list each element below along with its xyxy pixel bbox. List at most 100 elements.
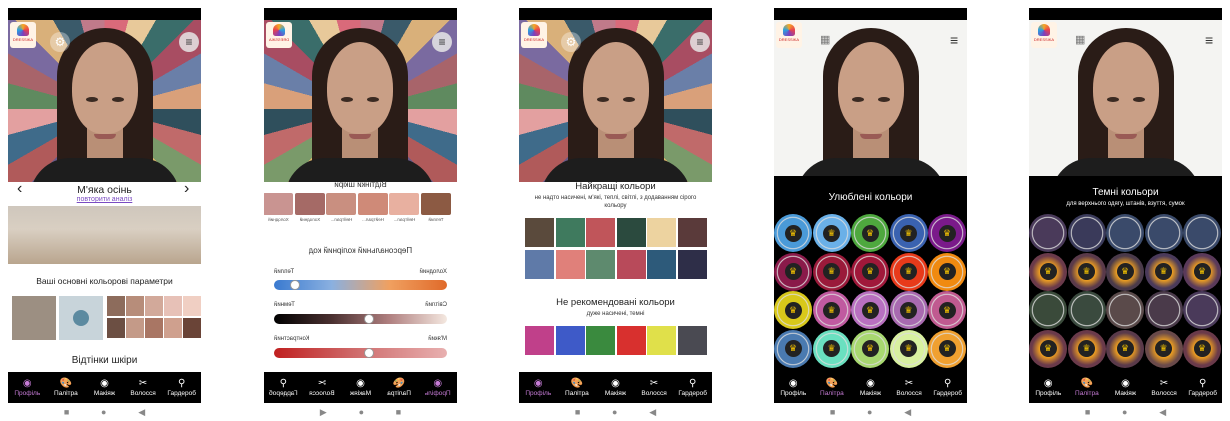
color-circle[interactable]: ♛ [812, 291, 851, 329]
best-color-swatch[interactable] [677, 218, 707, 247]
color-circle[interactable]: ♛ [774, 329, 812, 368]
back-icon[interactable]: ◀ [320, 407, 327, 418]
contrast-slider-handle[interactable] [363, 348, 374, 358]
home-icon[interactable]: ● [867, 407, 872, 417]
color-circle[interactable]: ♛ [928, 291, 966, 329]
bad-color-swatch[interactable] [586, 326, 615, 355]
color-circle[interactable]: ♛ [1183, 329, 1221, 368]
skin-swatch[interactable] [264, 193, 294, 215]
grid-icon[interactable]: ▦ [820, 33, 830, 46]
nav-palette[interactable]: 🎨 Палітра [1069, 378, 1105, 397]
menu-icon[interactable]: ≡ [950, 32, 958, 48]
bad-color-swatch[interactable] [555, 326, 585, 355]
best-color-swatch[interactable] [647, 218, 676, 247]
grid-icon[interactable]: ▦ [1075, 33, 1085, 46]
best-color-swatch[interactable] [586, 218, 615, 247]
nav-hair[interactable]: ✂ Волосся [125, 378, 161, 397]
best-color-swatch[interactable] [555, 250, 585, 279]
best-color-swatch[interactable] [586, 250, 615, 279]
color-circle[interactable] [1067, 291, 1106, 329]
nav-profile[interactable]: ◉ Профіль [9, 378, 45, 397]
nav-palette[interactable]: 🎨 Палітра [381, 378, 417, 397]
color-circle[interactable]: ♛ [774, 291, 812, 329]
color-circle[interactable] [1183, 291, 1221, 329]
back-icon[interactable]: ◀ [138, 407, 145, 418]
color-circle[interactable] [1183, 214, 1221, 252]
color-circle[interactable]: ♛ [1144, 329, 1183, 368]
color-circle[interactable]: ♛ [1106, 252, 1144, 291]
bad-color-swatch[interactable] [616, 326, 646, 355]
nav-wardrobe[interactable]: ⚲ Гардероб [1185, 378, 1221, 397]
contrast-slider[interactable] [274, 348, 447, 358]
color-circle[interactable]: ♛ [928, 214, 966, 252]
color-circle[interactable]: ♛ [928, 329, 966, 368]
skin-swatch[interactable] [358, 193, 388, 215]
nav-profile[interactable]: ◉ Профіль [1030, 378, 1066, 397]
color-circle[interactable]: ♛ [1029, 329, 1067, 368]
nav-makeup[interactable]: ◉ Макіяж [1107, 378, 1143, 397]
recents-icon[interactable]: ■ [1085, 407, 1090, 417]
nav-makeup[interactable]: ◉ Макіяж [597, 378, 633, 397]
skin-swatch[interactable] [389, 193, 420, 215]
dressika-logo[interactable]: DRESSIKA [266, 22, 292, 48]
color-circle[interactable]: ♛ [851, 291, 889, 329]
color-circle[interactable]: ♛ [1029, 252, 1067, 291]
gear-icon[interactable]: ⚙ [50, 32, 70, 52]
color-circle[interactable] [1144, 214, 1183, 252]
menu-icon[interactable]: ≡ [432, 32, 452, 52]
color-circle[interactable] [1106, 214, 1144, 252]
color-circle[interactable] [1144, 291, 1183, 329]
dressika-logo[interactable]: DRESSIKA [776, 22, 802, 48]
home-icon[interactable]: ● [1122, 407, 1127, 417]
best-color-swatch[interactable] [525, 218, 554, 247]
bad-color-swatch[interactable] [647, 326, 676, 355]
color-circle[interactable] [1029, 291, 1067, 329]
home-icon[interactable]: ● [612, 407, 617, 417]
nav-profile[interactable]: ◉ Профіль [775, 378, 811, 397]
color-circle[interactable]: ♛ [889, 329, 928, 368]
repeat-analysis-link[interactable]: повторити аналіз [8, 196, 201, 203]
back-icon[interactable]: ◀ [904, 407, 911, 418]
color-circle[interactable]: ♛ [889, 291, 928, 329]
best-color-swatch[interactable] [616, 250, 646, 279]
color-circle[interactable]: ♛ [889, 252, 928, 291]
gear-icon[interactable]: ⚙ [561, 32, 581, 52]
nav-makeup[interactable]: ◉ Макіяж [852, 378, 888, 397]
skin-swatch[interactable] [295, 193, 325, 215]
best-color-swatch[interactable] [555, 218, 585, 247]
dressika-logo[interactable]: DRESSIKA [521, 22, 547, 48]
color-circle[interactable]: ♛ [812, 252, 851, 291]
color-circle[interactable]: ♛ [851, 214, 889, 252]
color-circle[interactable]: ♛ [774, 214, 812, 252]
color-circle[interactable]: ♛ [1144, 252, 1183, 291]
dressika-logo[interactable]: DRESSIKA [10, 22, 36, 48]
nav-palette[interactable]: 🎨 Палітра [814, 378, 850, 397]
color-circle[interactable]: ♛ [1067, 329, 1106, 368]
skin-swatch[interactable] [326, 193, 357, 215]
nav-makeup[interactable]: ◉ Макіяж [343, 378, 379, 397]
lightness-slider-handle[interactable] [363, 314, 374, 324]
recents-icon[interactable]: ■ [830, 407, 835, 417]
best-color-swatch[interactable] [525, 250, 554, 279]
bad-color-swatch[interactable] [677, 326, 707, 355]
nav-profile[interactable]: ◉ Профіль [420, 378, 456, 397]
color-circle[interactable]: ♛ [851, 329, 889, 368]
home-icon[interactable]: ● [101, 407, 106, 417]
color-circle[interactable] [1067, 214, 1106, 252]
back-icon[interactable]: ◀ [649, 407, 656, 418]
nav-palette[interactable]: 🎨 Палітра [559, 378, 595, 397]
nav-profile[interactable]: ◉ Профіль [520, 378, 556, 397]
color-circle[interactable]: ♛ [812, 214, 851, 252]
best-color-swatch[interactable] [647, 250, 676, 279]
recents-icon[interactable]: ■ [64, 407, 69, 417]
nav-hair[interactable]: ✂ Волосся [891, 378, 927, 397]
warmth-slider[interactable] [274, 280, 447, 290]
recents-icon[interactable]: ■ [396, 407, 401, 417]
color-circle[interactable]: ♛ [1106, 329, 1144, 368]
back-icon[interactable]: ◀ [1159, 407, 1166, 418]
color-circle[interactable] [1029, 214, 1067, 252]
color-circle[interactable]: ♛ [1183, 252, 1221, 291]
nav-hair[interactable]: ✂ Волосся [304, 378, 340, 397]
color-circle[interactable]: ♛ [812, 329, 851, 368]
nav-hair[interactable]: ✂ Волосся [636, 378, 672, 397]
